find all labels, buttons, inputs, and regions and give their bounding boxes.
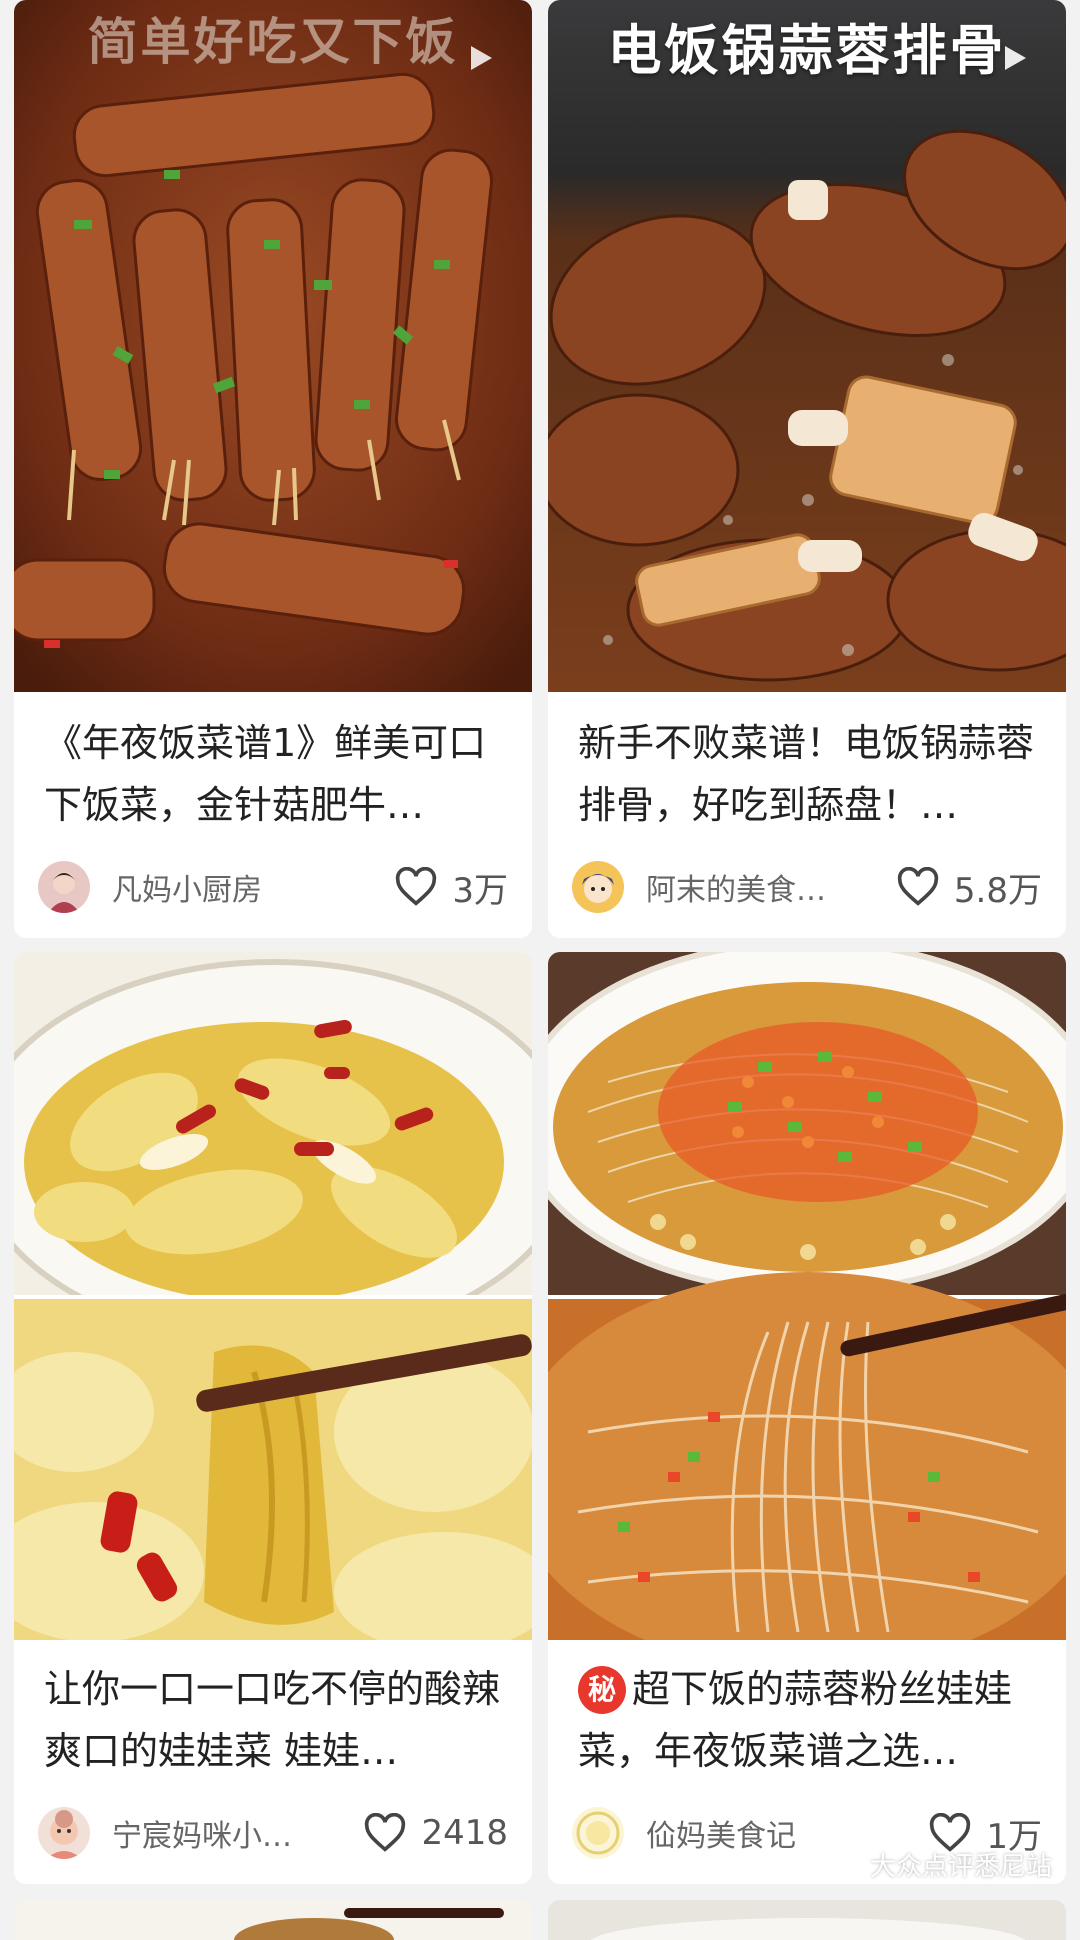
recipe-title[interactable]: 《年夜饭菜谱1》鲜美可口下饭菜，金针菇肥牛… (44, 712, 508, 836)
recipe-card-3[interactable]: 让你一口一口吃不停的酸辣爽口的娃娃菜 娃娃… 宁宸妈咪小… 2418 (14, 952, 532, 1884)
recipe-card-1[interactable]: 简单好吃又下饭 《年夜饭菜谱1》鲜美可口下饭菜，金针菇肥牛… 凡妈小厨房 3万 (14, 0, 532, 938)
author-row: 凡妈小厨房 3万 (38, 860, 508, 914)
recipe-title-text: 超下饭的蒜蓉粉丝娃娃菜，年夜饭菜谱之选… (578, 1667, 1013, 1773)
author-name[interactable]: 凡妈小厨房 (112, 865, 394, 909)
author-name[interactable]: 宁宸妈咪小… (112, 1811, 363, 1855)
heart-icon (896, 867, 940, 907)
recipe-photo[interactable]: 电饭锅蒜蓉排骨 (548, 0, 1066, 692)
avatar[interactable] (38, 861, 90, 913)
watermark-text: 大众点评悉尼站 (869, 1852, 1052, 1882)
play-icon (462, 40, 498, 76)
like-button[interactable]: 2418 (363, 1813, 508, 1853)
recipe-card-2[interactable]: 电饭锅蒜蓉排骨 新手不败菜谱！电饭锅蒜蓉排骨，好吃到舔盘！… 阿末的美食… 5.… (548, 0, 1066, 938)
author-row: 阿末的美食… 5.8万 (572, 860, 1042, 914)
recipe-card-5-peek[interactable] (14, 1900, 532, 1940)
photo-caption: 简单好吃又下饭 (87, 12, 459, 71)
recipe-card-6-peek[interactable] (548, 1900, 1066, 1940)
recipe-photo[interactable] (14, 952, 532, 1640)
recipe-photo[interactable]: 简单好吃又下饭 (14, 0, 532, 692)
play-icon (996, 40, 1032, 76)
author-name[interactable]: 阿末的美食… (646, 865, 896, 909)
avatar[interactable] (38, 1807, 90, 1859)
photo-caption: 电饭锅蒜蓉排骨 (607, 18, 1007, 82)
avatar[interactable] (572, 861, 624, 913)
recipe-title[interactable]: 秘超下饭的蒜蓉粉丝娃娃菜，年夜饭菜谱之选… (578, 1658, 1042, 1782)
heart-icon (363, 1813, 407, 1853)
wechat-icon (822, 1848, 861, 1879)
like-button[interactable]: 5.8万 (896, 863, 1042, 912)
recipe-title[interactable]: 让你一口一口吃不停的酸辣爽口的娃娃菜 娃娃… (44, 1658, 508, 1782)
recipe-title[interactable]: 新手不败菜谱！电饭锅蒜蓉排骨，好吃到舔盘！… (578, 712, 1042, 836)
like-count: 5.8万 (953, 870, 1042, 911)
secret-recipe-badge: 秘 (578, 1666, 626, 1714)
like-count: 3万 (452, 870, 508, 911)
recipe-photo[interactable] (548, 952, 1066, 1640)
heart-icon (394, 867, 438, 907)
like-button[interactable]: 3万 (394, 863, 508, 912)
like-count: 2418 (421, 1813, 508, 1853)
author-row: 宁宸妈咪小… 2418 (38, 1806, 508, 1860)
avatar[interactable] (572, 1807, 624, 1859)
watermark: 大众点评悉尼站 (822, 1846, 1052, 1883)
recipe-card-4[interactable]: 秘超下饭的蒜蓉粉丝娃娃菜，年夜饭菜谱之选… 佡妈美食记 1万 (548, 952, 1066, 1884)
